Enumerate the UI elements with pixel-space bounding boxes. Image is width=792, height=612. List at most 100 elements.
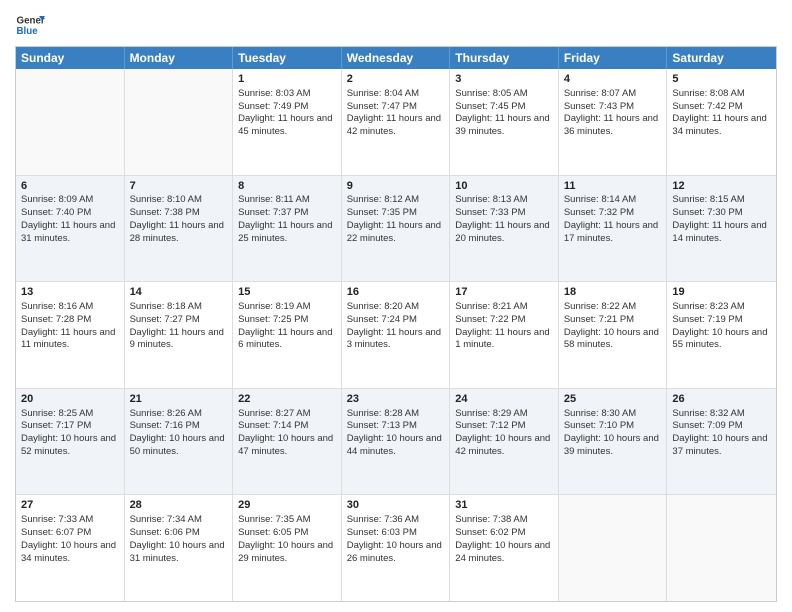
calendar-week-2: 6Sunrise: 8:09 AMSunset: 7:40 PMDaylight… [16, 175, 776, 282]
day-info-line: Daylight: 11 hours and 36 minutes. [564, 113, 662, 139]
day-number: 21 [130, 392, 228, 407]
day-info-line: Sunset: 7:47 PM [347, 101, 445, 114]
day-info-line: Daylight: 11 hours and 28 minutes. [130, 220, 228, 246]
day-number: 10 [455, 179, 553, 194]
calendar-day-17: 17Sunrise: 8:21 AMSunset: 7:22 PMDayligh… [450, 282, 559, 388]
day-info-line: Daylight: 10 hours and 39 minutes. [564, 433, 662, 459]
day-info-line: Daylight: 11 hours and 9 minutes. [130, 327, 228, 353]
calendar-day-11: 11Sunrise: 8:14 AMSunset: 7:32 PMDayligh… [559, 176, 668, 282]
day-info-line: Sunset: 6:06 PM [130, 527, 228, 540]
calendar-day-2: 2Sunrise: 8:04 AMSunset: 7:47 PMDaylight… [342, 69, 451, 175]
calendar-day-25: 25Sunrise: 8:30 AMSunset: 7:10 PMDayligh… [559, 389, 668, 495]
day-info-line: Daylight: 11 hours and 11 minutes. [21, 327, 119, 353]
calendar-week-5: 27Sunrise: 7:33 AMSunset: 6:07 PMDayligh… [16, 494, 776, 601]
day-number: 3 [455, 72, 553, 87]
calendar-day-empty [125, 69, 234, 175]
day-info-line: Sunrise: 7:34 AM [130, 514, 228, 527]
day-number: 12 [672, 179, 771, 194]
calendar-body: 1Sunrise: 8:03 AMSunset: 7:49 PM Daylight… [16, 69, 776, 601]
day-info-line: Sunrise: 8:05 AM [455, 88, 553, 101]
day-info-line: Sunrise: 8:12 AM [347, 194, 445, 207]
calendar-day-5: 5Sunrise: 8:08 AMSunset: 7:42 PMDaylight… [667, 69, 776, 175]
day-info-line: Sunrise: 8:20 AM [347, 301, 445, 314]
day-info-line: Sunrise: 8:08 AM [672, 88, 771, 101]
day-info-line: Sunset: 7:30 PM [672, 207, 771, 220]
day-info-line: Sunrise: 8:03 AM [238, 88, 336, 101]
day-info-line: Sunrise: 8:28 AM [347, 408, 445, 421]
day-info-line: Daylight: 10 hours and 37 minutes. [672, 433, 771, 459]
day-number: 26 [672, 392, 771, 407]
day-header-monday: Monday [125, 47, 234, 69]
day-info-line: Sunrise: 8:21 AM [455, 301, 553, 314]
calendar-day-7: 7Sunrise: 8:10 AMSunset: 7:38 PMDaylight… [125, 176, 234, 282]
day-info-line: Sunset: 7:16 PM [130, 420, 228, 433]
calendar-header: SundayMondayTuesdayWednesdayThursdayFrid… [16, 47, 776, 69]
day-info-line: Daylight: 10 hours and 34 minutes. [21, 540, 119, 566]
day-number: 15 [238, 285, 336, 300]
day-number: 14 [130, 285, 228, 300]
calendar-week-1: 1Sunrise: 8:03 AMSunset: 7:49 PM Daylight… [16, 69, 776, 175]
day-number: 9 [347, 179, 445, 194]
day-info-line: Sunrise: 8:13 AM [455, 194, 553, 207]
day-info-line: Sunrise: 8:10 AM [130, 194, 228, 207]
calendar-day-3: 3Sunrise: 8:05 AMSunset: 7:45 PMDaylight… [450, 69, 559, 175]
day-info-line: Daylight: 10 hours and 24 minutes. [455, 540, 553, 566]
day-info-line: Sunrise: 8:29 AM [455, 408, 553, 421]
calendar-week-4: 20Sunrise: 8:25 AMSunset: 7:17 PM Dayligh… [16, 388, 776, 495]
day-info-line: Sunrise: 8:04 AM [347, 88, 445, 101]
day-number: 6 [21, 179, 119, 194]
day-info-line: Sunrise: 7:38 AM [455, 514, 553, 527]
day-number: 24 [455, 392, 553, 407]
day-info-line: Daylight: 11 hours and 22 minutes. [347, 220, 445, 246]
day-info-line: Sunset: 7:12 PM [455, 420, 553, 433]
day-info-line: Daylight: 11 hours and 6 minutes. [238, 327, 336, 353]
calendar-day-30: 30Sunrise: 7:36 AMSunset: 6:03 PMDayligh… [342, 495, 451, 601]
calendar-day-22: 22Sunrise: 8:27 AMSunset: 7:14 PMDayligh… [233, 389, 342, 495]
logo-icon: General Blue [15, 10, 45, 40]
calendar-day-21: 21Sunrise: 8:26 AMSunset: 7:16 PMDayligh… [125, 389, 234, 495]
day-info-line: Daylight: 11 hours and 3 minutes. [347, 327, 445, 353]
day-info-line: Daylight: 11 hours and 42 minutes. [347, 113, 445, 139]
day-info-line: Daylight: 10 hours and 58 minutes. [564, 327, 662, 353]
calendar-day-27: 27Sunrise: 7:33 AMSunset: 6:07 PMDayligh… [16, 495, 125, 601]
header: General Blue [15, 10, 777, 40]
day-info-line: Sunset: 7:21 PM [564, 314, 662, 327]
day-number: 28 [130, 498, 228, 513]
day-number: 20 [21, 392, 119, 407]
day-info-line: Sunrise: 8:18 AM [130, 301, 228, 314]
day-info-line: Daylight: 11 hours and 39 minutes. [455, 113, 553, 139]
day-number: 31 [455, 498, 553, 513]
day-info-line: Daylight: 10 hours and 44 minutes. [347, 433, 445, 459]
calendar-day-29: 29Sunrise: 7:35 AMSunset: 6:05 PMDayligh… [233, 495, 342, 601]
day-info-line: Sunrise: 8:25 AM [21, 408, 119, 421]
day-info-line: Sunset: 7:17 PM [21, 420, 119, 433]
day-number: 27 [21, 498, 119, 513]
day-number: 29 [238, 498, 336, 513]
day-info-line: Sunrise: 8:23 AM [672, 301, 771, 314]
day-info-line: Sunset: 7:27 PM [130, 314, 228, 327]
day-info-line: Daylight: 10 hours and 31 minutes. [130, 540, 228, 566]
day-number: 18 [564, 285, 662, 300]
day-info-line: Sunrise: 8:11 AM [238, 194, 336, 207]
day-info-line: Sunrise: 8:26 AM [130, 408, 228, 421]
day-info-line: Sunset: 7:09 PM [672, 420, 771, 433]
day-number: 2 [347, 72, 445, 87]
logo: General Blue [15, 10, 45, 40]
day-info-line: Daylight: 11 hours and 20 minutes. [455, 220, 553, 246]
calendar-day-empty [667, 495, 776, 601]
day-info-line: Sunrise: 8:27 AM [238, 408, 336, 421]
day-number: 30 [347, 498, 445, 513]
day-number: 17 [455, 285, 553, 300]
day-info-line: Sunrise: 8:30 AM [564, 408, 662, 421]
day-info-line: Sunset: 7:33 PM [455, 207, 553, 220]
day-info-line: Sunset: 7:25 PM [238, 314, 336, 327]
day-number: 1 [238, 72, 336, 87]
day-info-line: Sunset: 7:49 PM [238, 101, 336, 114]
day-number: 13 [21, 285, 119, 300]
day-info-line: Daylight: 10 hours and 42 minutes. [455, 433, 553, 459]
day-info-line: Sunset: 7:13 PM [347, 420, 445, 433]
day-info-line: Sunrise: 8:22 AM [564, 301, 662, 314]
day-info-line: Sunrise: 7:36 AM [347, 514, 445, 527]
day-info-line: Sunset: 6:03 PM [347, 527, 445, 540]
day-info-line: Sunrise: 7:33 AM [21, 514, 119, 527]
